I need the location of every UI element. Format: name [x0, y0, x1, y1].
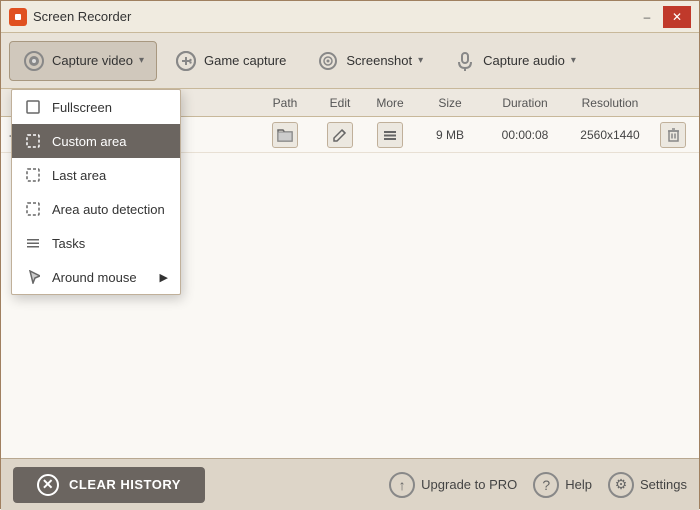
app-icon — [9, 8, 27, 26]
content-area: Path Edit More Size Duration Resolution … — [1, 89, 699, 458]
capture-audio-icon — [453, 49, 477, 73]
td-size: 9 MB — [415, 128, 485, 142]
open-folder-button[interactable] — [272, 122, 298, 148]
th-duration: Duration — [485, 96, 565, 110]
menu-item-tasks[interactable]: Tasks — [12, 226, 180, 260]
upgrade-to-pro-action[interactable]: ↑ Upgrade to PRO — [389, 472, 517, 498]
last-area-icon — [24, 166, 42, 184]
menu-item-fullscreen-label: Fullscreen — [52, 100, 112, 115]
capture-audio-arrow: ▾ — [571, 55, 576, 66]
around-mouse-icon — [24, 268, 42, 286]
th-size: Size — [415, 96, 485, 110]
menu-item-last-area[interactable]: Last area — [12, 158, 180, 192]
td-more — [365, 122, 415, 148]
help-action[interactable]: ? Help — [533, 472, 592, 498]
title-bar-left: Screen Recorder — [9, 8, 131, 26]
th-more: More — [365, 96, 415, 110]
capture-video-label: Capture video — [52, 53, 133, 68]
bottom-bar: ✕ CLEAR HISTORY ↑ Upgrade to PRO ? Help … — [1, 458, 699, 510]
close-button[interactable]: ✕ — [663, 6, 691, 28]
tasks-icon — [24, 234, 42, 252]
menu-item-around-mouse[interactable]: Around mouse ▶ — [12, 260, 180, 294]
th-edit: Edit — [315, 96, 365, 110]
area-auto-detection-icon — [24, 200, 42, 218]
screenshot-button[interactable]: Screenshot ▾ — [303, 41, 436, 81]
th-path: Path — [255, 96, 315, 110]
upgrade-label: Upgrade to PRO — [421, 477, 517, 492]
app-title: Screen Recorder — [33, 9, 131, 24]
menu-item-custom-area[interactable]: Custom area — [12, 124, 180, 158]
capture-audio-button[interactable]: Capture audio ▾ — [440, 41, 589, 81]
screenshot-icon — [316, 49, 340, 73]
screenshot-label: Screenshot — [346, 53, 412, 68]
td-path — [255, 122, 315, 148]
capture-video-icon — [22, 49, 46, 73]
th-resolution: Resolution — [565, 96, 655, 110]
minimize-button[interactable]: – — [633, 6, 661, 28]
game-capture-button[interactable]: Game capture — [161, 41, 299, 81]
td-edit — [315, 122, 365, 148]
clear-history-icon: ✕ — [37, 474, 59, 496]
capture-video-button[interactable]: Capture video ▾ — [9, 41, 157, 81]
title-bar: Screen Recorder – ✕ — [1, 1, 699, 33]
custom-area-icon — [24, 132, 42, 150]
menu-item-around-mouse-label: Around mouse — [52, 270, 137, 285]
help-label: Help — [565, 477, 592, 492]
clear-history-label: CLEAR HISTORY — [69, 477, 181, 492]
more-button[interactable] — [377, 122, 403, 148]
fullscreen-icon — [24, 98, 42, 116]
td-delete — [655, 122, 691, 148]
menu-item-area-auto-detection[interactable]: Area auto detection — [12, 192, 180, 226]
clear-history-button[interactable]: ✕ CLEAR HISTORY — [13, 467, 205, 503]
menu-item-tasks-label: Tasks — [52, 236, 85, 251]
toolbar: Capture video ▾ Game capture Screenshot … — [1, 33, 699, 89]
screenshot-arrow: ▾ — [418, 55, 423, 66]
delete-button[interactable] — [660, 122, 686, 148]
game-capture-label: Game capture — [204, 53, 286, 68]
help-icon: ? — [533, 472, 559, 498]
capture-video-arrow: ▾ — [139, 55, 144, 66]
menu-item-custom-area-label: Custom area — [52, 134, 126, 149]
settings-action[interactable]: ⚙ Settings — [608, 472, 687, 498]
edit-button[interactable] — [327, 122, 353, 148]
td-duration: 00:00:08 — [485, 128, 565, 142]
upgrade-icon: ↑ — [389, 472, 415, 498]
capture-video-dropdown: Fullscreen Custom area Last area — [11, 89, 181, 295]
settings-icon: ⚙ — [608, 472, 634, 498]
bottom-right-actions: ↑ Upgrade to PRO ? Help ⚙ Settings — [389, 472, 687, 498]
title-bar-controls: – ✕ — [633, 6, 691, 28]
menu-item-area-auto-detection-label: Area auto detection — [52, 202, 165, 217]
capture-audio-label: Capture audio — [483, 53, 565, 68]
menu-item-fullscreen[interactable]: Fullscreen — [12, 90, 180, 124]
around-mouse-arrow-icon: ▶ — [160, 271, 168, 284]
td-resolution: 2560x1440 — [565, 128, 655, 142]
game-capture-icon — [174, 49, 198, 73]
settings-label: Settings — [640, 477, 687, 492]
menu-item-last-area-label: Last area — [52, 168, 106, 183]
